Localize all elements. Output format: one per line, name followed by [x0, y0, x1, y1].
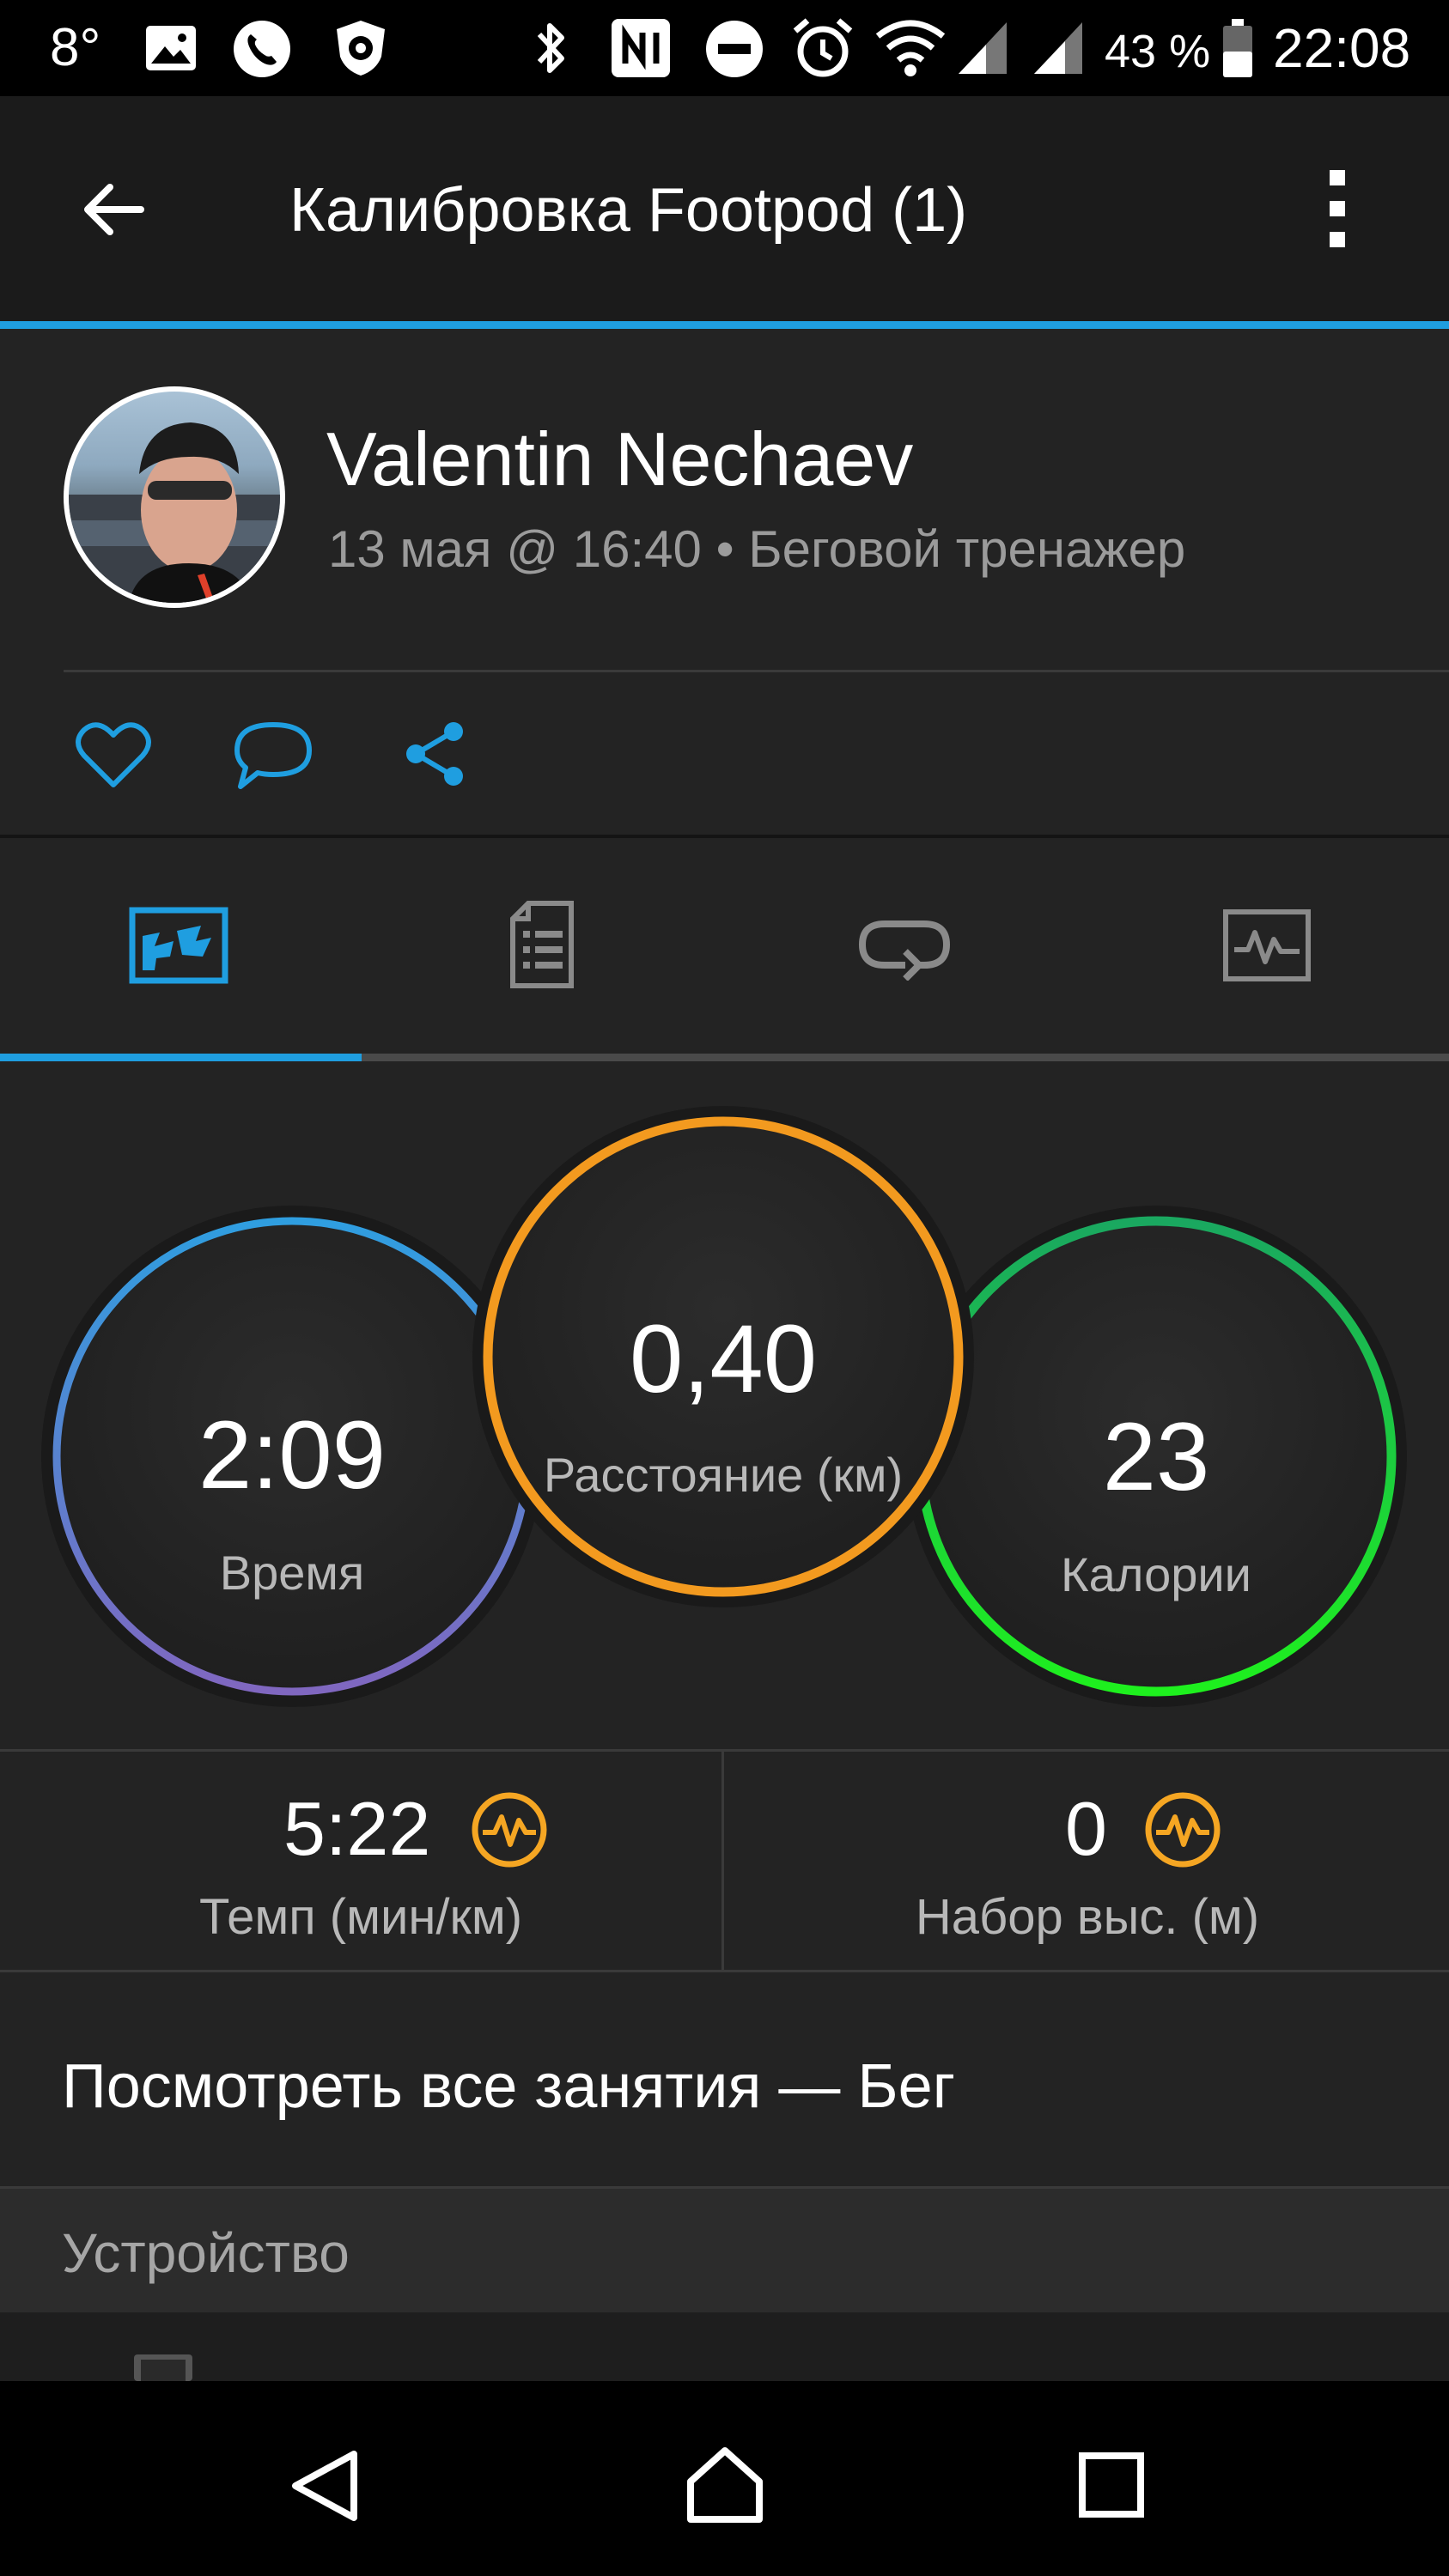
- elevation-value: 0: [1065, 1786, 1107, 1871]
- nfc-icon: [612, 19, 670, 77]
- toolbar-accent-line: [0, 321, 1449, 329]
- device-row[interactable]: [0, 2312, 1449, 2381]
- clock-time: 22:08: [1273, 17, 1411, 79]
- comment-bubble-icon[interactable]: [232, 720, 314, 793]
- tab-details[interactable]: [362, 838, 723, 1053]
- phone-call-icon: [234, 21, 290, 77]
- battery-percent: 43 %: [1105, 26, 1211, 77]
- distance-value: 0,40: [630, 1305, 817, 1413]
- laps-loop-icon: [858, 920, 951, 981]
- do-not-disturb-icon: [706, 21, 763, 77]
- back-arrow-icon[interactable]: [79, 175, 148, 244]
- calories-label: Калории: [1061, 1547, 1251, 1601]
- divider: [721, 1752, 724, 1971]
- view-all-activities-link[interactable]: Посмотреть все занятия — Бег: [62, 2044, 955, 2129]
- pace-label: Темп (мин/км): [198, 1889, 523, 1945]
- divider: [64, 670, 1449, 672]
- battery-icon: [1223, 19, 1252, 77]
- pace-pulse-badge-icon[interactable]: [471, 1791, 548, 1868]
- nav-back-icon[interactable]: [287, 2447, 364, 2524]
- device-section-title: Устройство: [62, 2222, 350, 2284]
- wifi-icon: [875, 20, 946, 76]
- temperature-indicator: 8°: [50, 18, 101, 77]
- page-title: Калибровка Footpod (1): [289, 176, 968, 245]
- gallery-icon: [146, 26, 196, 70]
- user-name[interactable]: Valentin Nechaev: [326, 412, 913, 507]
- details-document-icon: [510, 901, 574, 988]
- bluetooth-icon: [537, 23, 564, 73]
- divider: [0, 1970, 1449, 1972]
- tab-laps[interactable]: [723, 838, 1085, 1053]
- alarm-clock-icon: [793, 18, 853, 77]
- time-label: Время: [219, 1546, 365, 1600]
- watch-device-icon: [134, 2354, 192, 2381]
- overflow-menu-icon[interactable]: [1319, 168, 1354, 251]
- elevation-label: Набор выс. (м): [915, 1889, 1260, 1945]
- antivirus-shield-icon: [337, 21, 385, 76]
- share-icon[interactable]: [400, 720, 469, 788]
- distance-label: Расстояние (км): [543, 1448, 904, 1502]
- chart-graph-icon: [1223, 909, 1311, 981]
- nav-recents-icon[interactable]: [1079, 2452, 1144, 2518]
- tab-active-indicator: [0, 1054, 362, 1061]
- avatar-photo: [69, 392, 280, 603]
- divider: [0, 1749, 1449, 1752]
- nav-home-icon[interactable]: [684, 2444, 766, 2526]
- time-value: 2:09: [198, 1401, 386, 1509]
- signal-strength-icon: [959, 22, 1007, 74]
- map-overview-icon: [129, 907, 228, 984]
- tab-charts[interactable]: [1085, 838, 1446, 1053]
- pace-value: 5:22: [283, 1786, 431, 1871]
- signal-strength-2-icon: [1034, 22, 1082, 74]
- calories-value: 23: [1102, 1403, 1210, 1510]
- like-heart-icon[interactable]: [74, 720, 153, 790]
- tab-overview[interactable]: [0, 838, 362, 1053]
- elevation-pulse-badge-icon[interactable]: [1144, 1791, 1221, 1868]
- activity-meta: 13 мая @ 16:40 • Беговой тренажер: [328, 520, 1186, 578]
